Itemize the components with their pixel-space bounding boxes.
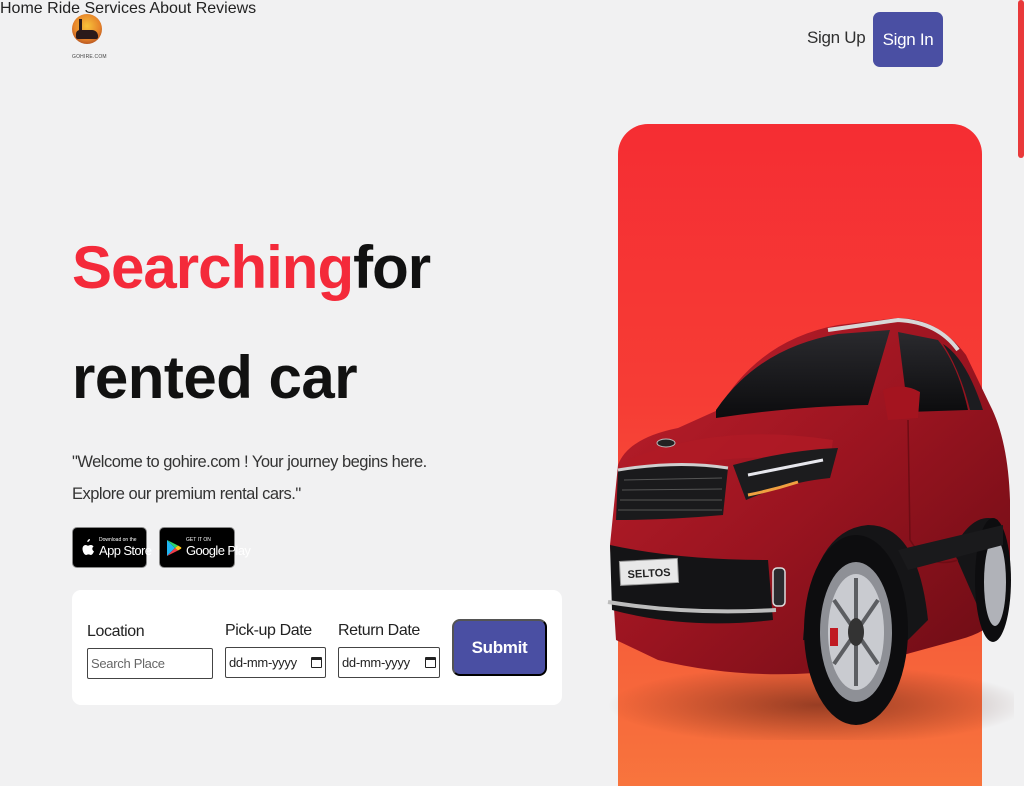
hero-headline-accent: Searching (72, 234, 354, 301)
brand-logo[interactable]: GOHIRE.COM (72, 14, 107, 66)
nav-about[interactable]: About (149, 0, 191, 17)
return-date-label: Return Date (338, 622, 420, 639)
pickup-date-value: dd-mm-yyyy (229, 655, 297, 670)
location-label: Location (87, 623, 145, 640)
calendar-icon[interactable] (311, 657, 322, 668)
suv-car-image: SELTOS (607, 317, 1014, 740)
scrollbar-thumb[interactable] (1018, 0, 1024, 158)
license-plate-text: SELTOS (627, 567, 671, 581)
return-date-input[interactable]: dd-mm-yyyy (338, 647, 440, 678)
pickup-date-input[interactable]: dd-mm-yyyy (225, 647, 326, 678)
hero-tagline: "Welcome to gohire.com ! Your journey be… (72, 453, 427, 503)
sign-up-link[interactable]: Sign Up (807, 28, 866, 48)
google-play-icon (167, 539, 182, 556)
apple-icon (82, 538, 94, 555)
hero-headline-line2: rented car (72, 344, 358, 411)
sign-in-button[interactable]: Sign In (873, 12, 943, 67)
location-placeholder: Search Place (91, 656, 165, 671)
calendar-icon[interactable] (425, 657, 436, 668)
app-store-badge[interactable]: Download on the App Store (72, 527, 152, 568)
google-play-badge[interactable]: GET IT ON Google Play (159, 527, 251, 568)
nav-reviews[interactable]: Reviews (196, 0, 256, 17)
hero-headline: Searchingfor (72, 232, 431, 304)
logo-emblem (72, 14, 102, 44)
return-date-value: dd-mm-yyyy (342, 655, 410, 670)
pickup-date-label: Pick-up Date (225, 622, 312, 639)
main-nav: Home Ride Services About Reviews (0, 0, 1024, 18)
submit-button[interactable]: Submit (452, 619, 547, 676)
nav-home[interactable]: Home (0, 0, 43, 17)
booking-form: Location Search Place Pick-up Date dd-mm… (72, 590, 562, 705)
app-store-big-text: App Store (99, 543, 152, 558)
google-play-big-text: Google Play (186, 543, 251, 558)
hero-headline-rest: for (353, 234, 431, 301)
location-input[interactable]: Search Place (87, 648, 213, 679)
logo-caption: GOHIRE.COM (72, 54, 107, 60)
